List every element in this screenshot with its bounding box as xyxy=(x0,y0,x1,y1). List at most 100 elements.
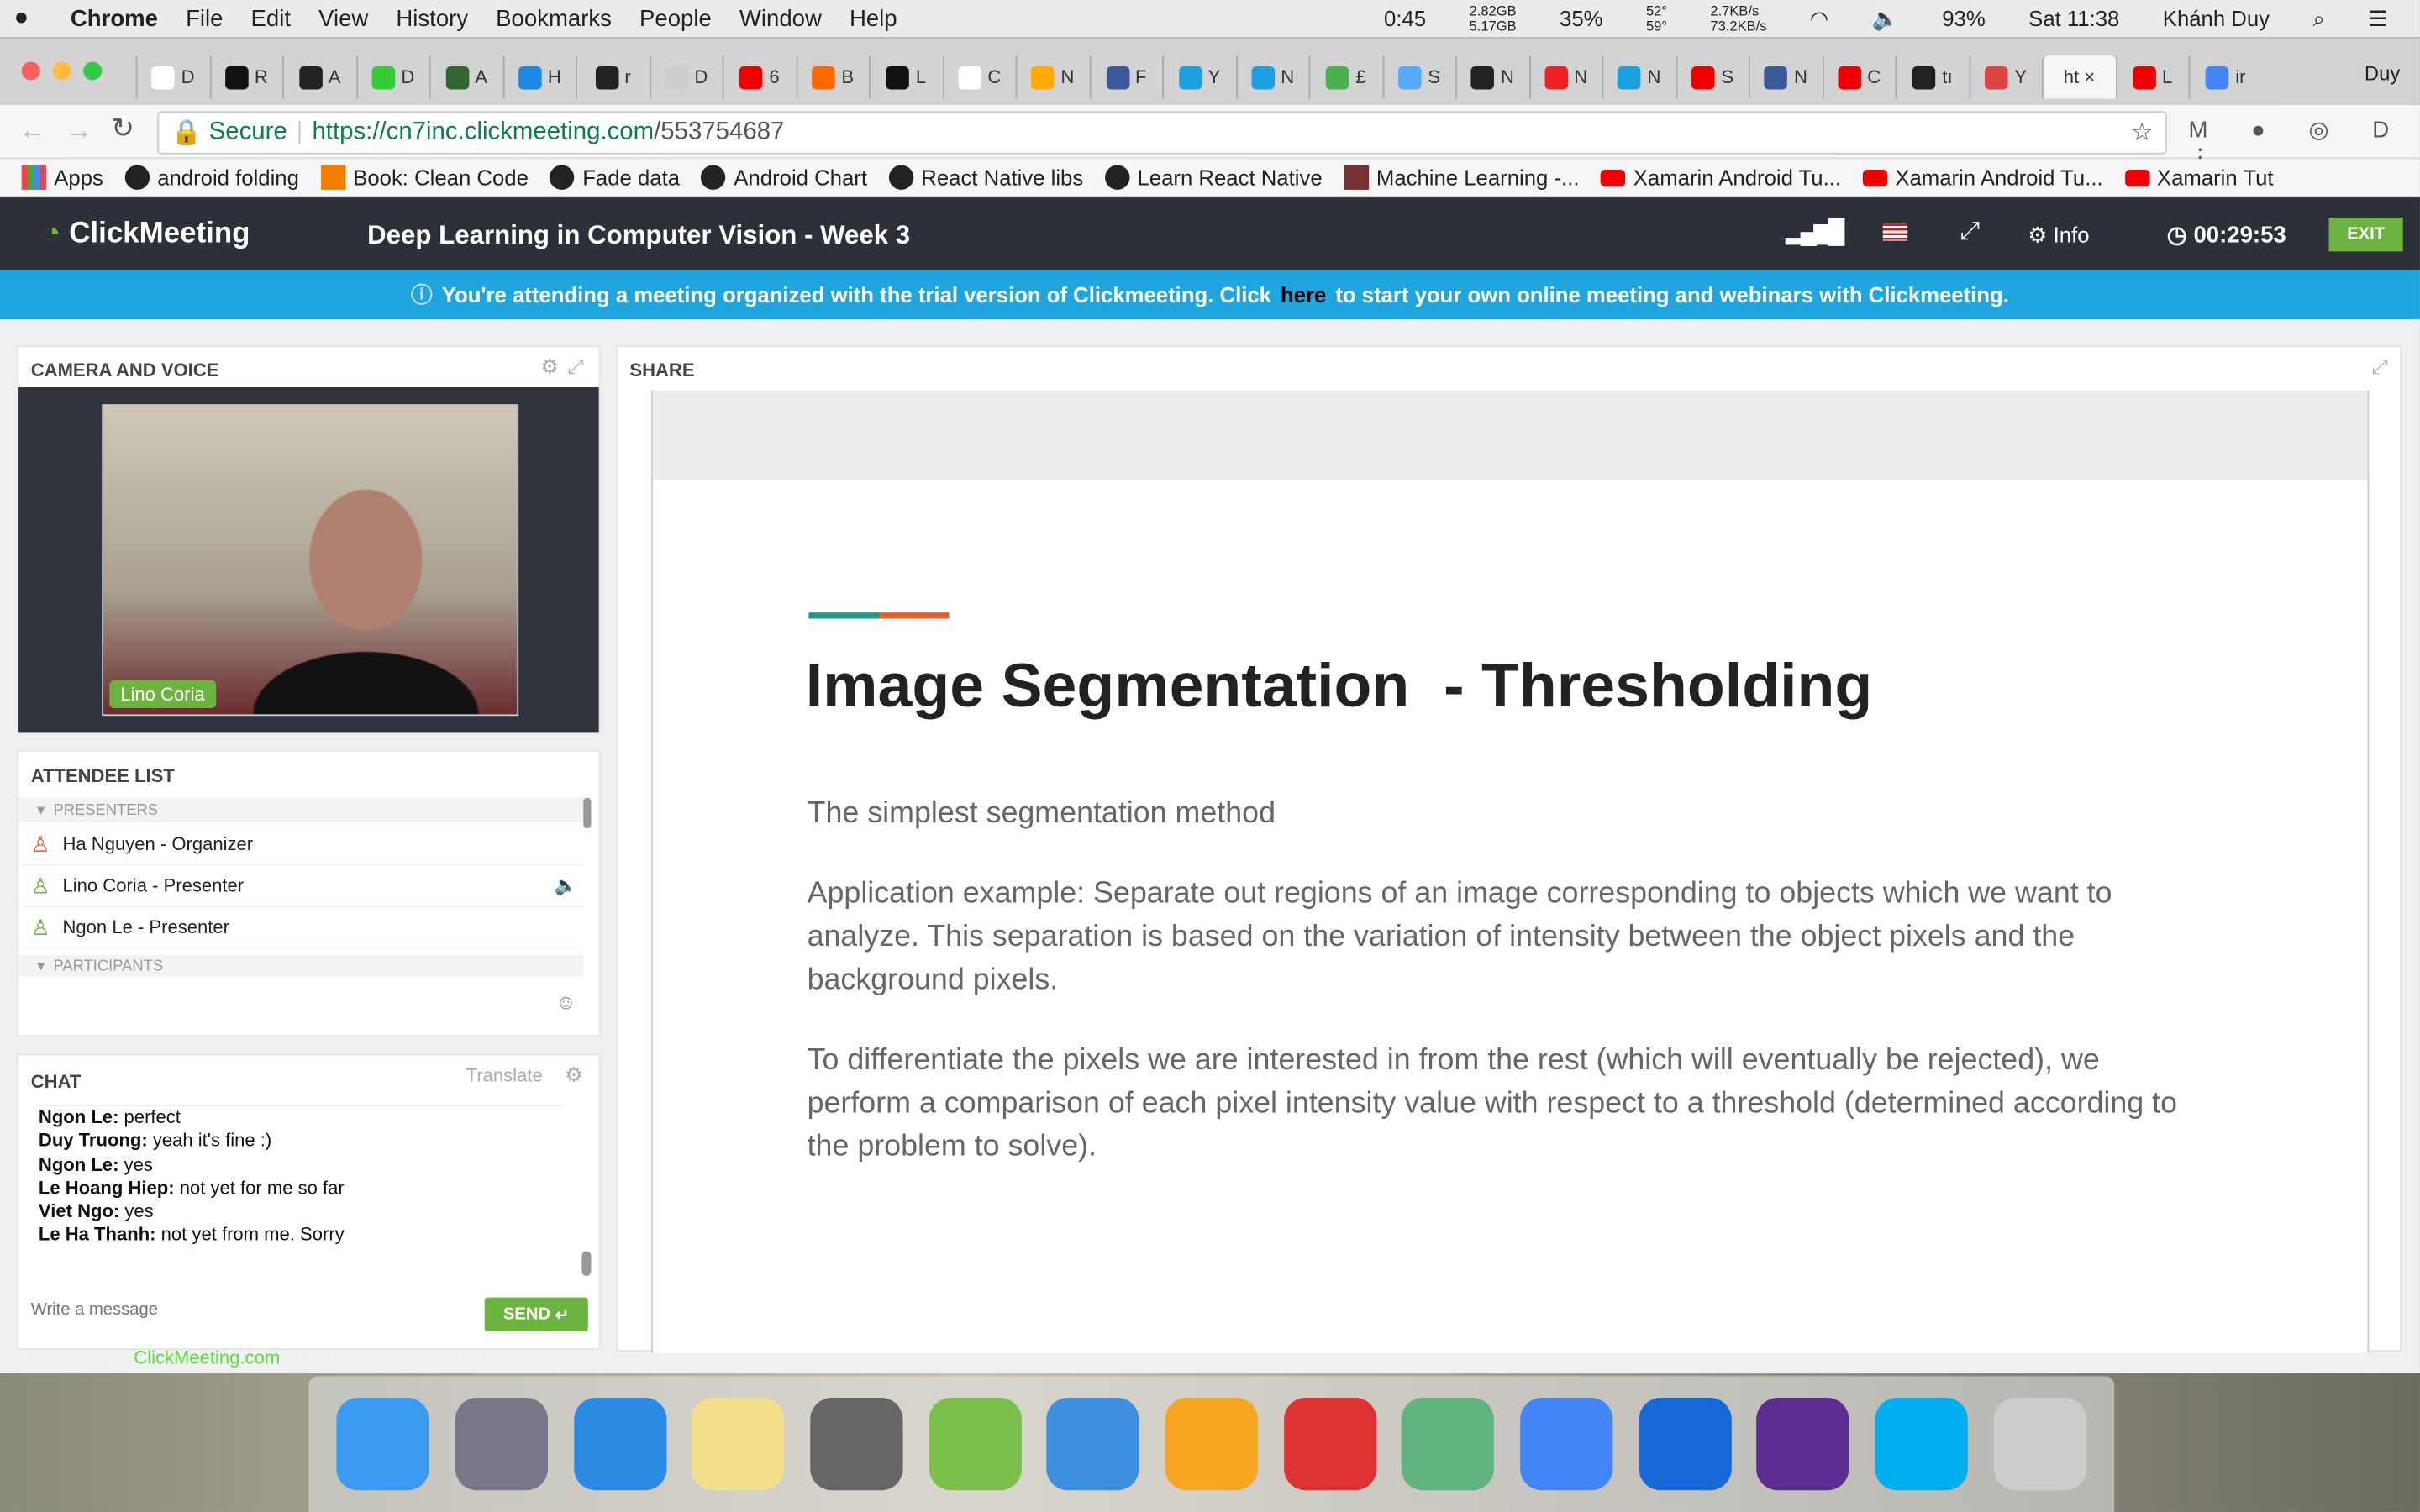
trash-icon[interactable] xyxy=(1993,1398,2086,1491)
browser-tab[interactable]: A xyxy=(282,55,355,99)
browser-tab[interactable]: R xyxy=(208,55,282,99)
forward-icon[interactable]: → xyxy=(65,114,92,147)
parallels-icon[interactable] xyxy=(1283,1398,1376,1491)
share-expand-icon[interactable]: ⤢ xyxy=(2371,354,2387,379)
bookmark-item[interactable]: Book: Clean Code xyxy=(320,165,529,190)
browser-tab[interactable]: ht × xyxy=(2041,55,2116,99)
attendee-row[interactable]: ♙ Lino Coria - Presenter 🔈 xyxy=(18,865,584,907)
bookmark-item[interactable]: Xamarin Android Tu... xyxy=(1862,165,2103,190)
browser-tab[interactable]: Y xyxy=(1162,55,1235,99)
finder-icon[interactable] xyxy=(337,1398,430,1491)
launchpad-icon[interactable] xyxy=(455,1398,548,1491)
fullscreen-icon[interactable]: ⤢ xyxy=(1960,219,1981,247)
address-bar[interactable]: 🔒 Secure | https://cn7inc.clickmeeting.c… xyxy=(157,111,2167,155)
user-name[interactable]: Khánh Duy xyxy=(2149,6,2283,30)
apple-icon[interactable]: ● xyxy=(0,5,43,33)
browser-tab[interactable]: L xyxy=(869,55,942,99)
volume-icon[interactable]: 🔈 xyxy=(1858,5,1912,31)
browser-tab[interactable]: ir xyxy=(2188,55,2261,99)
zoom-window-button[interactable] xyxy=(83,61,103,81)
browser-tab[interactable]: D xyxy=(355,55,429,99)
system-preferences-icon[interactable] xyxy=(810,1398,903,1491)
chat-scrollbar[interactable] xyxy=(581,1251,592,1276)
camera-settings-icon[interactable]: ⚙ xyxy=(540,354,558,379)
battery-stat[interactable]: 93% xyxy=(1928,6,2000,30)
language-flag-icon[interactable] xyxy=(1882,223,1908,241)
sketch-icon[interactable] xyxy=(1165,1398,1258,1491)
itunes-icon[interactable] xyxy=(573,1398,666,1491)
clickmeeting-link[interactable]: ClickMeeting.com xyxy=(134,1347,280,1368)
bookmark-item[interactable]: Learn React Native xyxy=(1104,165,1323,190)
browser-tab[interactable]: N xyxy=(1748,55,1822,99)
android-studio-icon[interactable] xyxy=(928,1398,1022,1491)
visual-studio-icon[interactable] xyxy=(1756,1398,1849,1491)
browser-tab[interactable]: C xyxy=(942,55,1015,99)
browser-tab[interactable]: D xyxy=(135,55,209,99)
menu-file[interactable]: File xyxy=(172,5,237,31)
browser-tab[interactable]: B xyxy=(795,55,869,99)
bookmark-star-icon[interactable]: ☆ xyxy=(2131,118,2153,149)
profile-button[interactable]: Duy xyxy=(2365,61,2400,85)
bookmark-item[interactable]: Apps xyxy=(21,165,103,190)
browser-tab[interactable]: N xyxy=(1602,55,1675,99)
participants-group[interactable]: ▾ PARTICIPANTS xyxy=(18,954,584,977)
attendee-row[interactable]: ♙ Ha Nguyen - Organizer xyxy=(18,824,584,866)
menu-people[interactable]: People xyxy=(625,5,725,31)
browser-tab[interactable]: N xyxy=(1528,55,1602,99)
bookmark-item[interactable]: Xamarin Tut xyxy=(2124,165,2274,190)
browser-tab[interactable]: £ xyxy=(1308,55,1382,99)
browser-tab[interactable]: S xyxy=(1675,55,1749,99)
minimize-window-button[interactable] xyxy=(52,61,71,81)
menu-bookmarks[interactable]: Bookmarks xyxy=(482,5,626,31)
browser-tab[interactable]: S xyxy=(1381,55,1455,99)
camera-expand-icon[interactable]: ⤢ xyxy=(567,354,583,379)
info-button[interactable]: ⚙ Info xyxy=(2028,222,2089,248)
browser-tab[interactable]: Y xyxy=(1968,55,2042,99)
menu-chrome[interactable]: Chrome xyxy=(56,5,171,31)
bookmark-item[interactable]: Android Chart xyxy=(701,165,867,190)
browser-tab[interactable]: N xyxy=(1015,55,1089,99)
back-icon[interactable]: ← xyxy=(18,114,46,147)
browser-tab[interactable]: C xyxy=(1822,55,1895,99)
presenters-group[interactable]: ▾ PRESENTERS xyxy=(18,797,584,822)
close-window-button[interactable] xyxy=(21,61,40,81)
emoji-icon[interactable]: ☺ xyxy=(555,990,576,1014)
wifi-icon[interactable]: ◠ xyxy=(1796,5,1843,31)
chrome-icon[interactable] xyxy=(1519,1398,1613,1491)
skype-icon[interactable] xyxy=(1875,1398,1968,1491)
sourcetree-icon[interactable] xyxy=(1638,1398,1731,1491)
browser-tab[interactable]: F xyxy=(1088,55,1162,99)
notification-center-icon[interactable]: ☰ xyxy=(2354,5,2402,31)
bookmark-item[interactable]: android folding xyxy=(124,165,299,190)
browser-tab[interactable]: r xyxy=(576,55,649,99)
spotlight-icon[interactable]: ⌕ xyxy=(2299,5,2338,31)
send-button[interactable]: SEND ↵ xyxy=(484,1297,588,1332)
menu-help[interactable]: Help xyxy=(835,5,911,31)
browser-tab[interactable]: tı xyxy=(1895,55,1968,99)
clock[interactable]: Sat 11:38 xyxy=(2015,6,2133,30)
menu-window[interactable]: Window xyxy=(725,5,835,31)
exit-button[interactable]: EXIT xyxy=(2328,217,2403,252)
browser-tab[interactable]: D xyxy=(649,55,722,99)
browser-tab[interactable]: L xyxy=(2115,55,2188,99)
bookmark-item[interactable]: Fade data xyxy=(550,165,680,190)
menu-history[interactable]: History xyxy=(382,5,482,31)
xcode-icon[interactable] xyxy=(1046,1398,1139,1491)
translate-link[interactable]: Translate xyxy=(466,1064,543,1086)
browser-tab[interactable]: 6 xyxy=(722,55,796,99)
chat-settings-icon[interactable]: ⚙ xyxy=(565,1063,582,1087)
menu-edit[interactable]: Edit xyxy=(237,5,305,31)
reload-icon[interactable]: ↻ xyxy=(111,113,134,145)
browser-tab[interactable]: H xyxy=(502,55,576,99)
bookmark-item[interactable]: React Native libs xyxy=(888,165,1083,190)
notes-icon[interactable] xyxy=(692,1398,785,1491)
attendee-scrollbar[interactable] xyxy=(583,797,592,829)
bookmark-item[interactable]: Xamarin Android Tu... xyxy=(1601,165,1841,190)
banner-here-link[interactable]: here xyxy=(1281,282,1326,307)
browser-tab[interactable]: N xyxy=(1455,55,1528,99)
attendee-row[interactable]: ♙ Ngon Le - Presenter xyxy=(18,907,584,949)
browser-tab[interactable]: A xyxy=(429,55,502,99)
atom-icon[interactable] xyxy=(1402,1398,1495,1491)
bookmark-item[interactable]: Machine Learning -... xyxy=(1344,165,1579,190)
chat-message-input[interactable] xyxy=(30,1293,464,1327)
